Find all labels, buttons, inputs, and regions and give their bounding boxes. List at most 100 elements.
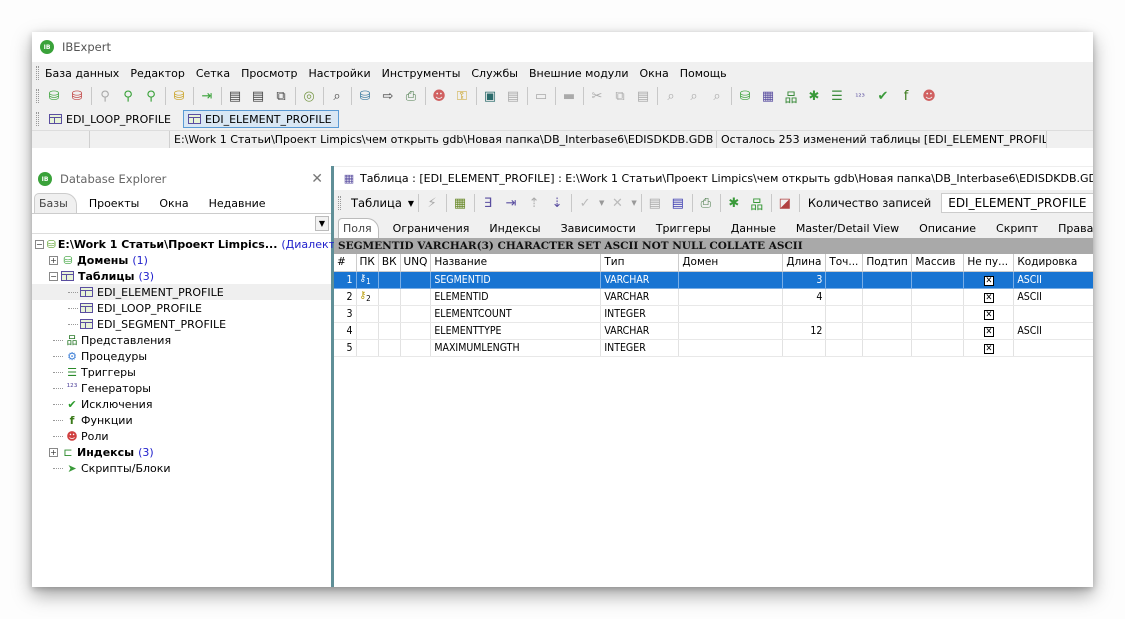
cell-type[interactable]: VARCHAR bbox=[600, 271, 680, 289]
cell-num[interactable]: 3 bbox=[334, 305, 357, 323]
menu-view[interactable]: Просмотр bbox=[241, 67, 297, 80]
rollback-icon[interactable]: ✕ bbox=[608, 194, 626, 212]
toolbar-grip[interactable] bbox=[36, 112, 39, 126]
cell-charset[interactable]: ASCII bbox=[1013, 288, 1093, 306]
cell-not-null[interactable]: ✕ bbox=[963, 271, 1015, 289]
cell-array[interactable] bbox=[911, 305, 965, 323]
chevron-down-icon[interactable]: ▼ bbox=[599, 199, 604, 207]
col-header-name[interactable]: Название bbox=[430, 254, 602, 272]
cell-unq[interactable] bbox=[400, 305, 432, 323]
explorer-tab-databases[interactable]: Базы bbox=[34, 193, 77, 213]
col-header-charset[interactable]: Кодировка bbox=[1013, 254, 1093, 272]
cell-domain[interactable] bbox=[678, 339, 784, 357]
user-manager-icon[interactable]: ☻ bbox=[430, 87, 448, 105]
tree-node-procedures[interactable]: ⚙ Процедуры bbox=[32, 348, 331, 364]
cell-fk[interactable] bbox=[378, 288, 401, 306]
tab-constraints[interactable]: Ограничения bbox=[389, 219, 476, 238]
cell-fk[interactable] bbox=[378, 322, 401, 340]
cell-domain[interactable] bbox=[678, 288, 784, 306]
cell-precision[interactable] bbox=[825, 271, 864, 289]
menu-windows[interactable]: Окна bbox=[639, 67, 668, 80]
tree-node-scripts[interactable]: ➤ Скрипты/Блоки bbox=[32, 460, 331, 476]
cell-array[interactable] bbox=[911, 339, 965, 357]
tab-fields[interactable]: Поля bbox=[338, 218, 379, 238]
cell-type[interactable]: VARCHAR bbox=[600, 288, 680, 306]
cell-name[interactable]: ELEMENTCOUNT bbox=[430, 305, 602, 323]
new-udf-icon[interactable]: f bbox=[897, 87, 915, 105]
cell-pk[interactable]: ⚷2 bbox=[356, 288, 379, 306]
cell-subtype[interactable] bbox=[862, 322, 913, 340]
insert-field-icon[interactable]: ⇥ bbox=[502, 194, 520, 212]
register-db-icon[interactable]: ⛁ bbox=[45, 87, 63, 105]
cell-domain[interactable] bbox=[678, 271, 784, 289]
cell-array[interactable] bbox=[911, 271, 965, 289]
new-role-icon[interactable]: ☻ bbox=[920, 87, 938, 105]
disconnect-db-icon[interactable]: ⚲ bbox=[142, 87, 160, 105]
not-null-checkbox[interactable]: ✕ bbox=[983, 275, 994, 286]
connect-db-icon[interactable]: ⚲ bbox=[96, 87, 114, 105]
cell-precision[interactable] bbox=[825, 305, 864, 323]
cell-pk[interactable]: ⚷1 bbox=[356, 271, 379, 289]
cell-fk[interactable] bbox=[378, 305, 401, 323]
cell-length[interactable]: 4 bbox=[782, 288, 827, 306]
col-header-domain[interactable]: Домен bbox=[678, 254, 784, 272]
toolbar-grip[interactable] bbox=[36, 89, 39, 103]
tree-node-triggers[interactable]: ☰ Триггеры bbox=[32, 364, 331, 380]
cell-precision[interactable] bbox=[825, 288, 864, 306]
cell-array[interactable] bbox=[911, 288, 965, 306]
explorer-filter-combo[interactable]: ▼ bbox=[32, 214, 331, 234]
field-row[interactable]: 1 ⚷1 SEGMENTID VARCHAR 3 ✕ ASCII bbox=[334, 271, 1093, 289]
not-null-checkbox[interactable]: ✕ bbox=[983, 309, 994, 320]
cell-pk[interactable] bbox=[356, 322, 379, 340]
tree-node-table-edi-loop-profile[interactable]: EDI_LOOP_PROFILE bbox=[32, 300, 331, 316]
col-header-unq[interactable]: UNQ bbox=[400, 254, 432, 272]
tree-node-views[interactable]: 品 Представления bbox=[32, 332, 331, 348]
menu-plugins[interactable]: Внешние модули bbox=[529, 67, 629, 80]
tab-data[interactable]: Данные bbox=[727, 219, 782, 238]
new-generator-icon[interactable]: ¹²³ bbox=[851, 87, 869, 105]
create-db-icon[interactable]: ⛁ bbox=[170, 87, 188, 105]
find-icon[interactable]: ⌕ bbox=[662, 87, 680, 105]
col-header-pk[interactable]: ПК bbox=[356, 254, 379, 272]
col-header-type[interactable]: Тип bbox=[600, 254, 680, 272]
new-domain-icon[interactable]: ⛁ bbox=[736, 87, 754, 105]
cell-type[interactable]: INTEGER bbox=[600, 339, 680, 357]
cell-num[interactable]: 1 bbox=[334, 271, 357, 289]
copy-object-icon[interactable]: ⧉ bbox=[272, 87, 290, 105]
col-header-num[interactable]: # bbox=[334, 254, 357, 272]
cell-type[interactable]: VARCHAR bbox=[600, 322, 680, 340]
export-icon[interactable]: ⇨ bbox=[379, 87, 397, 105]
new-procedure-icon[interactable]: ✱ bbox=[725, 194, 743, 212]
paste-icon[interactable]: ▤ bbox=[634, 87, 652, 105]
commit-icon[interactable]: ✓ bbox=[576, 194, 594, 212]
cell-charset[interactable] bbox=[1013, 305, 1093, 323]
table-menu-button[interactable]: Таблица bbox=[351, 196, 402, 210]
tab-dependencies[interactable]: Зависимости bbox=[557, 219, 642, 238]
tree-node-roles[interactable]: ☻ Роли bbox=[32, 428, 331, 444]
cut-icon[interactable]: ✂ bbox=[588, 87, 606, 105]
cell-num[interactable]: 5 bbox=[334, 339, 357, 357]
exit-icon[interactable]: ⇥ bbox=[198, 87, 216, 105]
cell-name[interactable]: MAXIMUMLENGTH bbox=[430, 339, 602, 357]
cell-charset[interactable]: ASCII bbox=[1013, 271, 1093, 289]
toolbar-grip[interactable] bbox=[338, 196, 341, 210]
menu-tools[interactable]: Инструменты bbox=[382, 67, 461, 80]
cell-unq[interactable] bbox=[400, 288, 432, 306]
cell-length[interactable] bbox=[782, 305, 827, 323]
tree-node-functions[interactable]: f Функции bbox=[32, 412, 331, 428]
tree-node-generators[interactable]: ¹²³ Генераторы bbox=[32, 380, 331, 396]
cell-subtype[interactable] bbox=[862, 339, 913, 357]
cell-subtype[interactable] bbox=[862, 305, 913, 323]
tree-node-exceptions[interactable]: ✔ Исключения bbox=[32, 396, 331, 412]
field-row[interactable]: 5 MAXIMUMLENGTH INTEGER ✕ bbox=[334, 339, 1093, 357]
expand-icon[interactable]: + bbox=[49, 447, 58, 457]
collapse-icon[interactable]: − bbox=[35, 239, 44, 249]
save-icon[interactable]: ▬ bbox=[560, 87, 578, 105]
window-tab-edi-loop-profile[interactable]: EDI_LOOP_PROFILE bbox=[45, 110, 177, 128]
field-row[interactable]: 3 ELEMENTCOUNT INTEGER ✕ bbox=[334, 305, 1093, 323]
field-row[interactable]: 4 ELEMENTTYPE VARCHAR 12 ✕ ASCII bbox=[334, 322, 1093, 340]
col-header-subtype[interactable]: Подтип bbox=[862, 254, 913, 272]
menu-database[interactable]: База данных bbox=[45, 67, 119, 80]
cell-name[interactable]: SEGMENTID bbox=[430, 271, 602, 289]
cell-fk[interactable] bbox=[378, 271, 401, 289]
